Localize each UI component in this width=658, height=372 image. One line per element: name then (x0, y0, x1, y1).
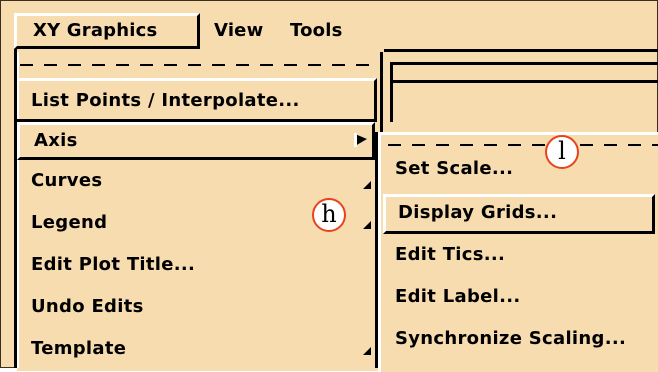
menu-item-list-points[interactable]: List Points / Interpolate... (17, 78, 377, 122)
callout-h: h (312, 198, 346, 232)
menu-item-edit-plot-title[interactable]: Edit Plot Title... (17, 246, 377, 284)
menu-item-undo-edits[interactable]: Undo Edits (17, 288, 377, 326)
menu-view[interactable]: View (214, 13, 263, 49)
submenu-tearoff-line[interactable] (388, 144, 658, 146)
submenu-left-edge (375, 132, 378, 368)
menu-xy-graphics[interactable]: XY Graphics (14, 13, 200, 49)
submenu-item-synchronize-scaling[interactable]: Synchronize Scaling... (383, 320, 655, 360)
submenu-item-edit-tics[interactable]: Edit Tics... (383, 236, 655, 276)
cascade-arrow-icon (354, 133, 367, 147)
cascade-arrow-icon (363, 181, 371, 189)
background-divider (390, 62, 393, 122)
background-rule (390, 80, 658, 83)
menu-item-axis[interactable]: Axis (17, 122, 375, 160)
application-window: XY Graphics View Tools List Points / Int… (0, 0, 658, 372)
submenu-item-edit-label[interactable]: Edit Label... (383, 278, 655, 318)
tearoff-line[interactable] (20, 64, 378, 66)
menu-item-curves[interactable]: Curves (17, 162, 377, 200)
dropdown-right-edge (380, 52, 383, 132)
menu-tools[interactable]: Tools (290, 13, 343, 49)
submenu-item-display-grids[interactable]: Display Grids... (383, 194, 655, 234)
callout-l: l (545, 135, 579, 169)
background-rule (390, 62, 658, 65)
menu-item-axis-label: Axis (34, 130, 78, 151)
cascade-arrow-icon (363, 347, 371, 355)
menu-item-template[interactable]: Template (17, 330, 377, 368)
submenu-item-set-scale[interactable]: Set Scale... (383, 150, 655, 190)
cascade-arrow-icon (363, 221, 371, 229)
